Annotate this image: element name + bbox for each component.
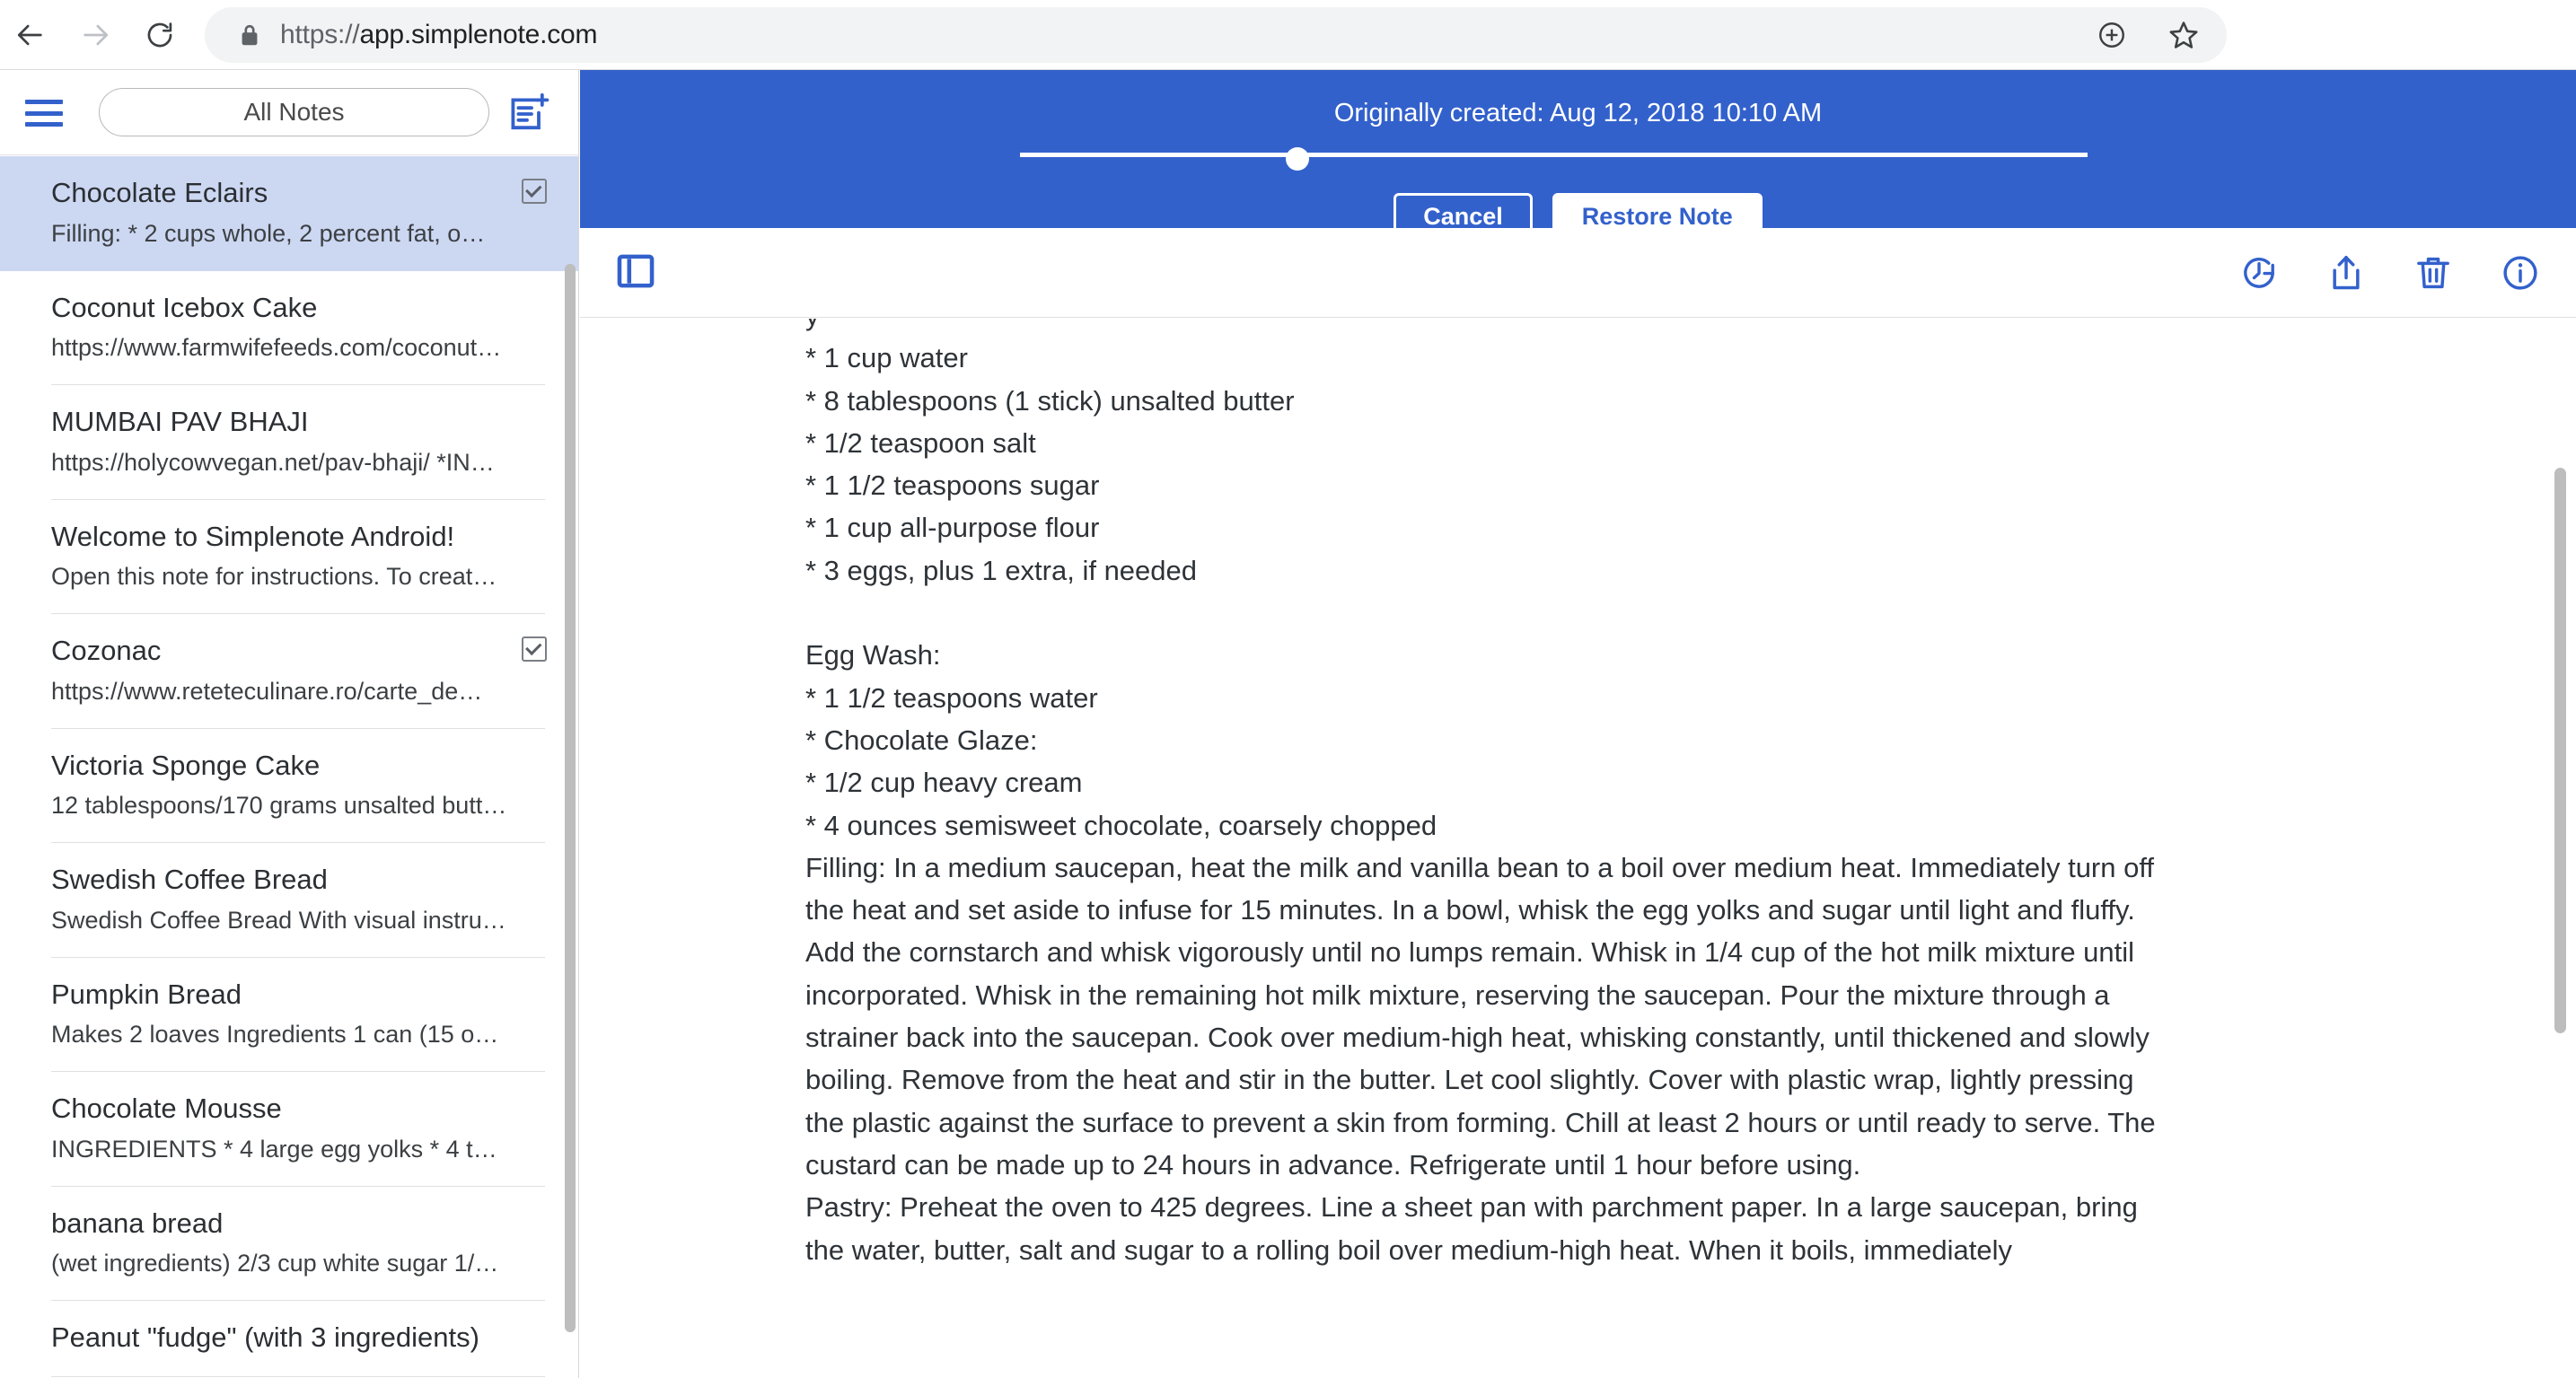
- note-item-preview: https://www.farmwifefeeds.com/coconut-ic…: [51, 334, 527, 362]
- note-list-item[interactable]: MUMBAI PAV BHAJI https://holycowvegan.net…: [0, 385, 578, 500]
- search-input-label: All Notes: [243, 98, 345, 126]
- note-list-item[interactable]: Chocolate Mousse INGREDIENTS * 4 large eg…: [0, 1072, 578, 1187]
- note-list-toolbar: All Notes: [0, 70, 578, 155]
- note-item-title: Swedish Coffee Bread: [51, 864, 328, 895]
- note-text[interactable]: y * 1 cup water * 8 tablespoons (1 stick…: [805, 319, 2179, 1271]
- browser-forward-button[interactable]: [72, 12, 119, 58]
- note-item-title: Peanut "fudge" (with 3 ingredients): [51, 1321, 479, 1353]
- note-item-title: Chocolate Mousse: [51, 1093, 282, 1124]
- note-list-item[interactable]: Swedish Coffee Bread Swedish Coffee Bread…: [0, 843, 578, 958]
- url-scheme: https://: [280, 20, 360, 49]
- lock-icon: [239, 22, 260, 48]
- note-list-item[interactable]: Peanut "fudge" (with 3 ingredients): [0, 1301, 578, 1377]
- url-host: app.simplenote.com: [359, 20, 598, 49]
- note-item-preview: INGREDIENTS * 4 large egg yolks * 4 tab…: [51, 1135, 524, 1163]
- note-editor-actions: [2239, 228, 2540, 318]
- note-item-title: Coconut Icebox Cake: [51, 291, 318, 323]
- note-list-item[interactable]: Victoria Sponge Cake 12 tablespoons/170 g…: [0, 728, 578, 843]
- note-list-pane: All Notes Chocolate Eclairs Filling: * 2 …: [0, 70, 579, 1378]
- note-item-preview: 12 tablespoons/170 grams unsalted butter…: [51, 792, 527, 820]
- sidebar-panel-icon[interactable]: [617, 254, 655, 288]
- note-published-checkbox-icon: [522, 636, 547, 662]
- note-item-title: Chocolate Eclairs: [51, 177, 268, 208]
- note-item-preview: https://holycowvegan.net/pav-bhaji/ *ING…: [51, 448, 514, 476]
- note-item-divider: [51, 1375, 545, 1377]
- note-item-preview: (wet ingredients) 2/3 cup white sugar 1/…: [51, 1250, 519, 1277]
- note-content-area[interactable]: y * 1 cup water * 8 tablespoons (1 stick…: [580, 319, 2576, 1378]
- note-item-title: Cozonac: [51, 635, 162, 666]
- hamburger-menu-icon[interactable]: [25, 100, 63, 127]
- note-list-item[interactable]: Pumpkin Bread Makes 2 loaves Ingredients …: [0, 957, 578, 1072]
- note-item-preview: https://www.reteteculinare.ro/carte_de…: [51, 677, 483, 705]
- search-input[interactable]: All Notes: [99, 88, 489, 136]
- note-item-title: Welcome to Simplenote Android!: [51, 520, 455, 552]
- slider-thumb[interactable]: [1286, 147, 1310, 171]
- arrow-left-icon: [15, 20, 46, 50]
- reload-icon: [145, 20, 175, 50]
- note-published-checkbox-icon: [522, 179, 547, 204]
- note-item-preview: Open this note for instructions. To crea…: [51, 563, 517, 591]
- note-item-title: Victoria Sponge Cake: [51, 749, 321, 781]
- share-upload-icon[interactable]: [2326, 253, 2366, 293]
- browser-chrome: https://app.simplenote.com: [0, 0, 2576, 70]
- version-history-slider[interactable]: [1020, 147, 2088, 178]
- new-note-icon[interactable]: [507, 92, 550, 134]
- note-list-scrollbar[interactable]: [565, 264, 576, 1332]
- hamburger-bar: [25, 100, 63, 104]
- note-item-preview: Filling: * 2 cups whole, 2 percent fat, …: [51, 219, 486, 247]
- note-editor-toolbar: [580, 228, 2576, 318]
- omnibox-actions: [2094, 7, 2202, 63]
- install-app-icon[interactable]: [2094, 17, 2130, 53]
- history-clock-icon[interactable]: [2239, 253, 2279, 293]
- slider-track: [1020, 153, 2088, 157]
- note-editor-pane: Originally created: Aug 12, 2018 10:10 A…: [580, 70, 2576, 1378]
- note-list-item[interactable]: Cozonac https://www.reteteculinare.ro/car…: [0, 614, 578, 729]
- note-list-scroll-area[interactable]: Chocolate Eclairs Filling: * 2 cups whole…: [0, 156, 578, 1378]
- version-created-label: Originally created: Aug 12, 2018 10:10 A…: [1333, 99, 1823, 127]
- browser-back-button[interactable]: [7, 12, 54, 58]
- info-circle-icon[interactable]: [2501, 253, 2540, 293]
- note-list-item[interactable]: banana bread (wet ingredients) 2/3 cup wh…: [0, 1186, 578, 1301]
- hamburger-bar: [25, 110, 63, 116]
- trash-icon[interactable]: [2413, 253, 2453, 293]
- browser-reload-button[interactable]: [136, 12, 183, 58]
- address-bar[interactable]: https://app.simplenote.com: [205, 7, 2227, 63]
- note-list-item[interactable]: Chocolate Eclairs Filling: * 2 cups whole…: [0, 156, 578, 271]
- note-item-preview: Makes 2 loaves Ingredients 1 can (15 oun…: [51, 1021, 526, 1049]
- note-item-title: banana bread: [51, 1207, 224, 1239]
- note-editor-scrollbar[interactable]: [2554, 468, 2566, 1033]
- hamburger-bar: [25, 122, 63, 127]
- note-list-item[interactable]: Welcome to Simplenote Android! Open this …: [0, 499, 578, 614]
- arrow-right-icon: [80, 20, 110, 50]
- simplenote-app: All Notes Chocolate Eclairs Filling: * 2 …: [0, 70, 2576, 1378]
- version-history-banner: Originally created: Aug 12, 2018 10:10 A…: [580, 70, 2576, 240]
- note-list-item[interactable]: Coconut Icebox Cake https://www.farmwifef…: [0, 270, 578, 385]
- star-icon[interactable]: [2166, 17, 2202, 53]
- address-bar-url: https://app.simplenote.com: [280, 20, 598, 50]
- note-item-title: MUMBAI PAV BHAJI: [51, 406, 309, 437]
- note-item-preview: Swedish Coffee Bread With visual instruc…: [51, 906, 525, 934]
- note-item-title: Pumpkin Bread: [51, 978, 242, 1010]
